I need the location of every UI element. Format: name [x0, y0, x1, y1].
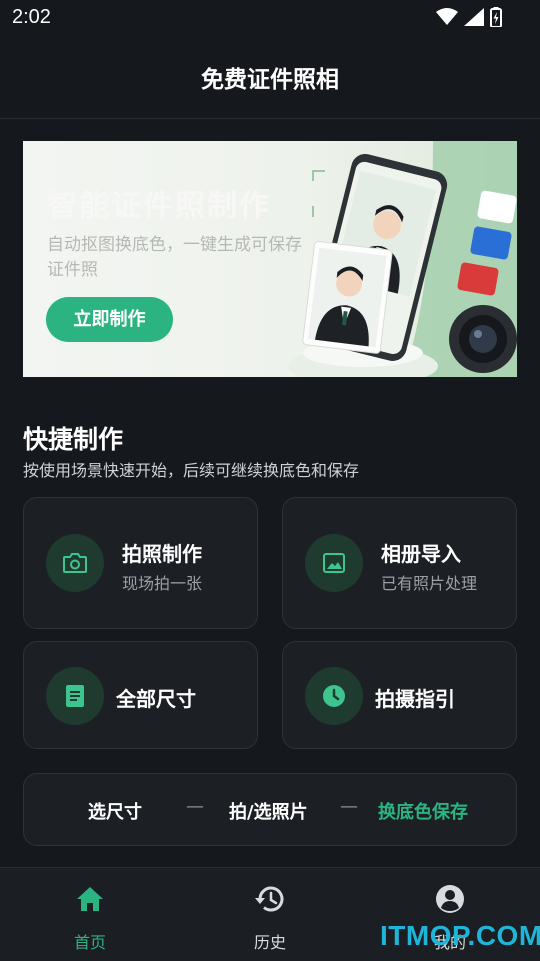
- banner-illustration: [288, 141, 517, 377]
- card-title: 拍照制作: [122, 542, 202, 566]
- banner-description: 自动抠图换底色，一键生成可保存证件照: [47, 235, 302, 280]
- all-sizes-card[interactable]: 全部尺寸: [23, 641, 258, 749]
- image-icon: [305, 534, 363, 592]
- camera-icon: [46, 534, 104, 592]
- profile-icon: [433, 882, 467, 916]
- promo-banner[interactable]: 智能证件照制作 自动抠图换底色，一键生成可保存证件照 立即制作: [23, 141, 517, 377]
- steps-bar: 选尺寸 — 拍/选照片 — 换底色保存: [23, 773, 517, 846]
- home-icon: [73, 882, 107, 916]
- nav-home[interactable]: 首页: [0, 868, 180, 961]
- battery-icon: [490, 7, 502, 27]
- step-separator: —: [186, 796, 204, 817]
- card-title: 相册导入: [381, 542, 461, 566]
- document-icon: [46, 667, 104, 725]
- card-subtitle: 现场拍一张: [122, 574, 203, 593]
- status-time: 2:02: [12, 6, 51, 28]
- app-header: 免费证件照相: [0, 36, 540, 119]
- section-subtitle: 按使用场景快速开始，后续可继续换底色和保存: [23, 461, 360, 480]
- section-title: 快捷制作: [23, 425, 124, 454]
- page-title: 免费证件照相: [201, 67, 339, 93]
- watermark: ITMOP.COM: [380, 920, 540, 951]
- nav-label: 历史: [253, 933, 286, 952]
- status-icons: [436, 7, 502, 27]
- step-change-background: 换底色保存: [378, 802, 468, 823]
- make-now-button[interactable]: 立即制作: [46, 297, 173, 342]
- album-import-card[interactable]: 相册导入 已有照片处理: [282, 497, 517, 629]
- card-subtitle: 已有照片处理: [381, 574, 478, 593]
- wifi-icon: [436, 8, 458, 25]
- step-separator: —: [340, 796, 358, 817]
- card-title: 拍摄指引: [375, 687, 455, 711]
- card-title: 全部尺寸: [116, 687, 196, 711]
- clock-icon: [305, 667, 363, 725]
- nav-label: 首页: [73, 933, 106, 952]
- signal-icon: [464, 8, 484, 26]
- status-bar: 2:02: [0, 0, 540, 36]
- take-photo-card[interactable]: 拍照制作 现场拍一张: [23, 497, 258, 629]
- banner-headline: 智能证件照制作: [47, 189, 271, 224]
- nav-history[interactable]: 历史: [180, 868, 360, 961]
- history-icon: [253, 882, 287, 916]
- step-take-photo: 拍/选照片: [229, 802, 308, 823]
- shooting-guide-card[interactable]: 拍摄指引: [282, 641, 517, 749]
- step-select-size: 选尺寸: [88, 802, 142, 823]
